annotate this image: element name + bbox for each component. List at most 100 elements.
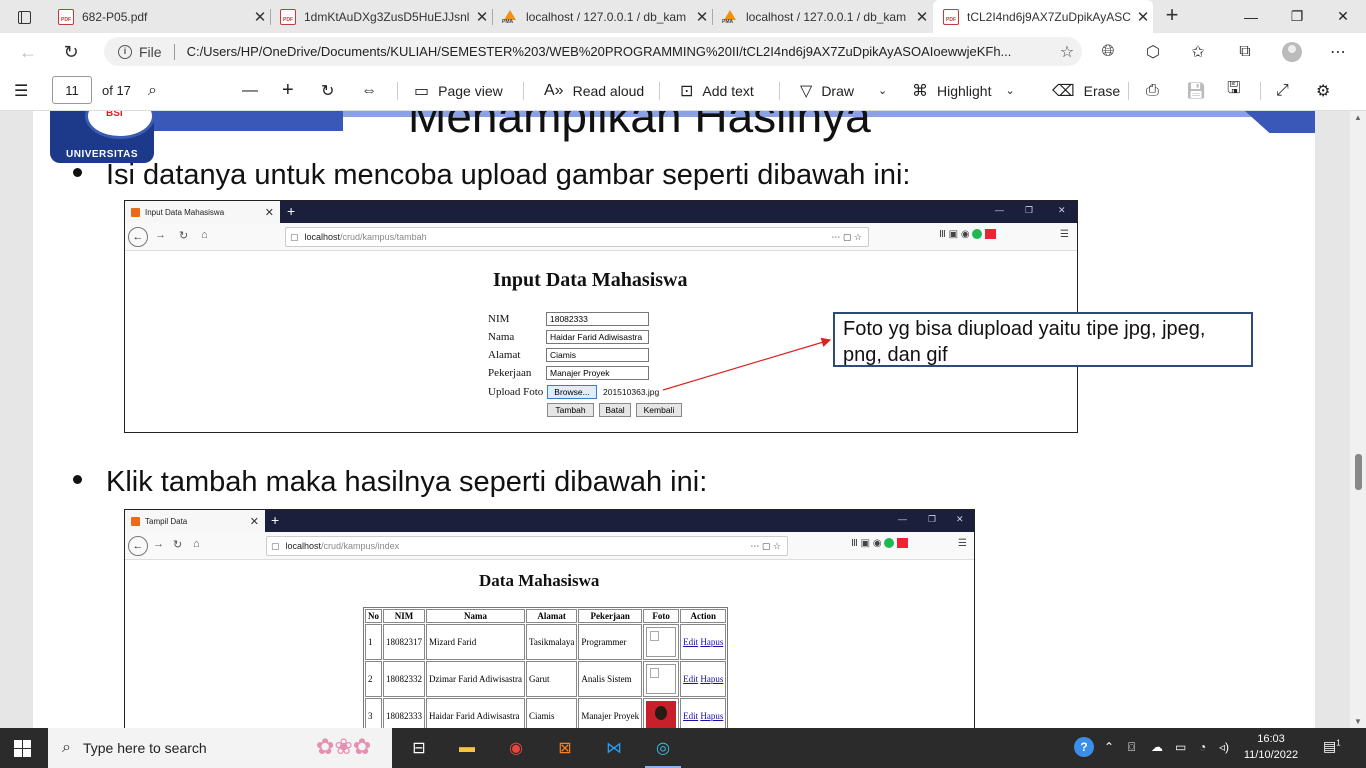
browser-tab-5-active[interactable]: tCL2I4nd6j9AX7ZuDpikAyASC ✕ xyxy=(933,0,1153,33)
close-tab-icon[interactable]: ✕ xyxy=(1133,8,1153,26)
scrollbar-thumb[interactable] xyxy=(1355,454,1362,490)
read-aloud-button[interactable]: A» Read aloud xyxy=(544,70,644,111)
erase-button[interactable]: ⌫ Erase xyxy=(1052,70,1120,111)
globe-icon[interactable]: 🌐︎ xyxy=(1096,41,1120,63)
browse-button: Browse... xyxy=(547,385,597,399)
draw-label: Draw xyxy=(821,82,854,99)
scroll-down-icon[interactable]: ▼ xyxy=(1353,717,1363,726)
vscode-icon[interactable]: ⋈ xyxy=(602,736,626,760)
search-button[interactable]: ⌕ xyxy=(148,70,166,111)
expand-icon: ⤢ xyxy=(1276,81,1289,99)
hapus-link: Hapus xyxy=(700,637,724,647)
close-window-button[interactable]: ✕ xyxy=(1320,0,1366,33)
new-tab-button[interactable]: + xyxy=(1160,4,1184,28)
close-tab-icon[interactable]: ✕ xyxy=(692,8,712,26)
tambah-button: Tambah xyxy=(547,403,594,417)
browser-tab-3[interactable]: localhost / 127.0.0.1 / db_kam ✕ xyxy=(492,0,712,33)
label-upload: Upload Foto xyxy=(488,386,544,398)
camera-icon[interactable]: ⌼ xyxy=(1128,740,1135,755)
zoom-out-button[interactable]: — xyxy=(242,70,267,111)
print-icon: ⎙ xyxy=(1146,81,1159,99)
notification-icon[interactable]: ▤1 xyxy=(1323,738,1341,755)
edge-icon[interactable]: ◎ xyxy=(645,736,681,768)
close-tab-icon[interactable]: ✕ xyxy=(472,8,492,26)
battery-icon[interactable]: ▭ xyxy=(1175,740,1186,754)
info-icon[interactable]: i xyxy=(118,44,132,59)
broken-image-icon xyxy=(646,627,677,657)
tab-title: 1dmKtAuDXg3ZusD5HuEJJsnl xyxy=(304,9,470,24)
label-nama: Nama xyxy=(488,331,515,343)
favorites-icon[interactable]: ✩ xyxy=(1186,41,1210,63)
bullet-2: Klik tambah maka hasilnya seperti dibawa… xyxy=(73,466,707,499)
pdf-viewer[interactable]: BSI UNIVERSITAS Menampilkan Hasilnya Isi… xyxy=(0,111,1366,728)
print-button[interactable]: ⎙ xyxy=(1146,70,1168,111)
save-as-button[interactable]: 🖫 xyxy=(1227,70,1250,111)
highlight-button[interactable]: ⌘ Highlight ⌄ xyxy=(912,70,1015,111)
taskbar-search[interactable]: ⌕ Type here to search ✿❀✿ xyxy=(48,728,392,768)
volume-icon[interactable]: ◃) xyxy=(1219,740,1229,754)
search-placeholder: Type here to search xyxy=(82,740,207,756)
scroll-up-icon[interactable]: ▲ xyxy=(1353,113,1363,122)
clock[interactable]: 16:03 11/10/2022 xyxy=(1236,731,1306,763)
profile-button[interactable] xyxy=(1280,41,1304,63)
page-number-input[interactable]: 11 xyxy=(52,76,92,104)
add-favorite-icon[interactable]: ☆ xyxy=(1052,42,1082,62)
page-view-button[interactable]: ▭ Page view xyxy=(414,70,503,111)
text-box-icon: ⊡ xyxy=(680,82,694,100)
restore-button[interactable]: ❐ xyxy=(1274,0,1320,33)
wifi-icon[interactable]: ◔ xyxy=(1199,740,1206,754)
clock-time: 16:03 xyxy=(1257,733,1285,745)
browser-tab-4[interactable]: localhost / 127.0.0.1 / db_kam ✕ xyxy=(712,0,932,33)
save-as-icon: 🖫 xyxy=(1227,80,1241,97)
task-view-icon[interactable]: ⊟ xyxy=(407,736,431,760)
browser-tab-2[interactable]: 1dmKtAuDXg3ZusD5HuEJJsnl ✕ xyxy=(270,0,492,33)
zoom-in-button[interactable]: + xyxy=(282,70,303,111)
more-menu-icon[interactable]: ⋯ xyxy=(1326,41,1350,63)
xampp-icon[interactable]: ⊠ xyxy=(553,736,577,760)
tab-title: localhost / 127.0.0.1 / db_kam xyxy=(746,9,907,24)
chevron-down-icon[interactable]: ⌄ xyxy=(1005,84,1014,97)
add-text-button[interactable]: ⊡ Add text xyxy=(680,70,754,111)
help-icon[interactable]: ? xyxy=(1074,737,1094,757)
edit-link: Edit xyxy=(683,711,699,721)
pdf-icon xyxy=(280,8,296,25)
read-aloud-icon: A» xyxy=(544,81,564,99)
close-tab-icon[interactable]: ✕ xyxy=(912,8,932,26)
cloud-icon[interactable]: ☁ xyxy=(1151,740,1163,754)
chevron-up-icon[interactable]: ⌃ xyxy=(1104,740,1114,754)
gear-icon: ⚙ xyxy=(1316,82,1331,100)
table-heading: Data Mahasiswa xyxy=(479,571,600,590)
home-icon: ⌂ xyxy=(201,229,208,241)
collections-icon[interactable]: ⧉ xyxy=(1233,41,1257,63)
draw-button[interactable]: ▽ Draw ⌄ xyxy=(800,70,887,111)
vertical-scrollbar[interactable]: ▲ ▼ xyxy=(1350,111,1366,728)
contents-button[interactable]: ☰ xyxy=(14,70,37,111)
batal-button: Batal xyxy=(599,403,631,417)
close-tab-icon[interactable]: ✕ xyxy=(250,8,270,26)
extensions-icon[interactable]: ⬡ xyxy=(1141,41,1165,63)
highlight-label: Highlight xyxy=(937,82,992,99)
save-button[interactable]: 💾︎ xyxy=(1186,70,1215,111)
tab-strip: 682-P05.pdf ✕ 1dmKtAuDXg3ZusD5HuEJJsnl ✕… xyxy=(0,0,1366,33)
chevron-down-icon[interactable]: ⌄ xyxy=(878,84,887,97)
tab-actions-button[interactable] xyxy=(10,6,38,28)
chrome-icon[interactable]: ◉ xyxy=(504,736,528,760)
file-explorer-icon[interactable]: ▬ xyxy=(455,736,479,760)
rotate-button[interactable]: ↻ xyxy=(321,70,343,111)
tab-title: localhost / 127.0.0.1 / db_kam xyxy=(526,9,687,24)
back-button[interactable]: ← xyxy=(14,39,42,65)
refresh-button[interactable]: ↻ xyxy=(57,39,85,65)
minimize-button[interactable]: — xyxy=(1228,0,1274,33)
fullscreen-button[interactable]: ⤢ xyxy=(1276,70,1298,111)
settings-button[interactable]: ⚙ xyxy=(1316,70,1339,111)
start-button[interactable] xyxy=(14,740,31,757)
phpmyadmin-icon xyxy=(502,9,518,25)
bullet-2-text: Klik tambah maka hasilnya seperti dibawa… xyxy=(106,466,708,498)
avatar xyxy=(1282,42,1302,62)
browser-tab-1[interactable]: 682-P05.pdf ✕ xyxy=(48,0,270,33)
address-bar[interactable]: i File C:/Users/HP/OneDrive/Documents/KU… xyxy=(104,37,1082,66)
notification-count: 1 xyxy=(1336,738,1341,748)
address-url[interactable]: C:/Users/HP/OneDrive/Documents/KULIAH/SE… xyxy=(187,44,1052,59)
screenshot-data-table: Tampil Data ✕ + — ❐ ✕ ← → ↻ ⌂ ▢ localhost /… xyxy=(124,509,975,728)
fit-width-button[interactable]: ⇔ xyxy=(361,70,386,111)
